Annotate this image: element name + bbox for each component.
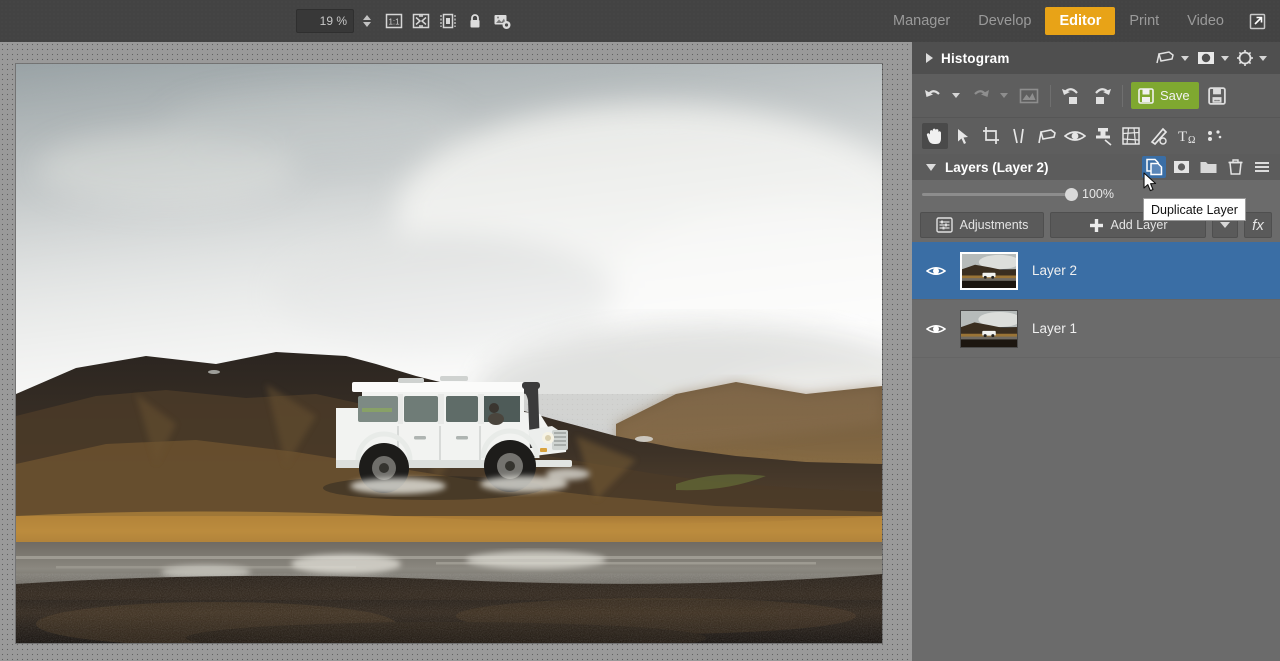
histogram-title: Histogram <box>941 51 1010 66</box>
tool-palette: TΩ <box>912 118 1280 154</box>
rotate-left-icon[interactable] <box>1059 83 1085 109</box>
chevron-down-icon[interactable] <box>926 164 936 171</box>
redo-icon[interactable] <box>968 83 994 109</box>
perspective-grid-tool[interactable] <box>1118 123 1144 149</box>
histogram-header[interactable]: Histogram <box>912 42 1280 74</box>
fit-to-screen-icon[interactable] <box>410 10 432 32</box>
mode-tabs: Manager Develop Editor Print Video <box>879 0 1280 42</box>
top-toolbar: 19 % 1:1 Manager Develo <box>0 0 1280 42</box>
clone-stamp-tool[interactable] <box>1090 123 1116 149</box>
floppy-icon <box>1138 88 1154 104</box>
mask-mode-icon[interactable] <box>1196 50 1216 66</box>
layers-header-icons <box>1142 156 1274 178</box>
image-settings-icon[interactable] <box>491 10 513 32</box>
chevron-down-icon[interactable] <box>1220 222 1230 228</box>
spot-removal-tool[interactable] <box>1202 123 1228 149</box>
gear-icon[interactable] <box>1236 49 1254 67</box>
zoom-stepper[interactable] <box>361 15 372 27</box>
selection-tool-icon[interactable] <box>1156 50 1176 66</box>
zoom-stepper-down-icon[interactable] <box>363 22 371 27</box>
layers-title: Layers (Layer 2) <box>945 160 1049 175</box>
edit-toolbar: Save <box>912 74 1280 118</box>
sliders-icon <box>936 217 953 233</box>
zoom-controls: 19 % 1:1 <box>296 0 513 42</box>
chevron-right-icon[interactable] <box>926 53 933 63</box>
external-link-icon[interactable] <box>1242 6 1272 36</box>
layer-row-layer-2[interactable]: Layer 2 <box>912 242 1280 300</box>
undo-dropdown-icon[interactable] <box>952 93 960 98</box>
layer-name: Layer 1 <box>1032 321 1077 336</box>
text-tool[interactable]: TΩ <box>1174 123 1200 149</box>
fx-label: fx <box>1252 217 1264 234</box>
reset-image-icon[interactable] <box>1016 83 1042 109</box>
svg-text:Ω: Ω <box>1188 135 1195 146</box>
photo-editor-app: 19 % 1:1 Manager Develo <box>0 0 1280 661</box>
undo-icon[interactable] <box>920 83 946 109</box>
tab-video[interactable]: Video <box>1173 7 1238 35</box>
opacity-slider-handle[interactable] <box>1065 188 1078 201</box>
svg-text:1:1: 1:1 <box>388 18 400 27</box>
histogram-header-icons <box>1156 49 1272 67</box>
layers-header[interactable]: Layers (Layer 2) <box>912 154 1280 180</box>
brush-tool[interactable] <box>1146 123 1172 149</box>
lock-icon[interactable] <box>464 10 486 32</box>
zoom-value: 19 % <box>320 14 347 28</box>
straighten-tool[interactable] <box>1006 123 1032 149</box>
redo-dropdown-icon[interactable] <box>1000 93 1008 98</box>
canvas-image[interactable] <box>16 64 882 643</box>
delete-layer-icon[interactable] <box>1223 156 1247 178</box>
tooltip-text: Duplicate Layer <box>1151 203 1238 217</box>
zoom-1-1-icon[interactable]: 1:1 <box>383 10 405 32</box>
effects-button[interactable]: fx <box>1244 212 1272 238</box>
layer-visibility-icon[interactable] <box>926 264 946 278</box>
rotate-right-icon[interactable] <box>1088 83 1114 109</box>
layer-row-layer-1[interactable]: Layer 1 <box>912 300 1280 358</box>
adjustments-button[interactable]: Adjustments <box>920 212 1044 238</box>
opacity-slider[interactable] <box>922 193 1072 196</box>
plus-icon <box>1089 218 1104 233</box>
opacity-value: 100% <box>1082 187 1114 201</box>
layer-thumbnail[interactable] <box>960 310 1018 348</box>
save-as-icon[interactable] <box>1202 83 1232 109</box>
hand-tool[interactable] <box>922 123 948 149</box>
red-eye-tool[interactable] <box>1062 123 1088 149</box>
tab-develop[interactable]: Develop <box>964 7 1045 35</box>
tab-manager[interactable]: Manager <box>879 7 964 35</box>
layer-thumbnail[interactable] <box>960 252 1018 290</box>
crop-tool[interactable] <box>978 123 1004 149</box>
mask-mode-dropdown-icon[interactable] <box>1221 56 1229 61</box>
zoom-input[interactable]: 19 % <box>296 9 354 33</box>
adjustments-label: Adjustments <box>960 218 1029 232</box>
gear-dropdown-icon[interactable] <box>1259 56 1267 61</box>
layer-name: Layer 2 <box>1032 263 1077 278</box>
canvas-area[interactable] <box>0 42 912 661</box>
save-label: Save <box>1160 88 1190 103</box>
toolbar-divider <box>1050 85 1051 107</box>
tab-editor[interactable]: Editor <box>1045 7 1115 35</box>
svg-text:T: T <box>1178 129 1187 145</box>
fit-to-width-icon[interactable] <box>437 10 459 32</box>
save-button[interactable]: Save <box>1131 82 1199 109</box>
mouse-cursor-icon <box>1143 172 1159 194</box>
layer-menu-icon[interactable] <box>1250 156 1274 178</box>
tab-print[interactable]: Print <box>1115 7 1173 35</box>
layer-list: Layer 2 Layer 1 <box>912 242 1280 358</box>
zoom-stepper-up-icon[interactable] <box>363 15 371 20</box>
lasso-tool[interactable] <box>1034 123 1060 149</box>
selection-tool-dropdown-icon[interactable] <box>1181 56 1189 61</box>
right-panel: Histogram <box>912 42 1280 661</box>
pointer-tool[interactable] <box>950 123 976 149</box>
layer-visibility-icon[interactable] <box>926 322 946 336</box>
group-folder-icon[interactable] <box>1196 156 1220 178</box>
toolbar-divider-2 <box>1122 85 1123 107</box>
add-mask-icon[interactable] <box>1169 156 1193 178</box>
tooltip: Duplicate Layer <box>1143 198 1246 221</box>
